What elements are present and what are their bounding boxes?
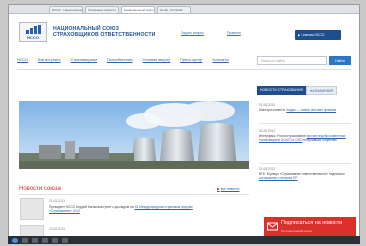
browser-tab[interactable]: НССО - Национальный <box>49 6 83 13</box>
search-button[interactable]: Найти <box>329 56 351 65</box>
nav-item-press[interactable]: Пресс-центр <box>180 58 202 66</box>
news-divider <box>19 194 249 195</box>
member-button-label: Членам НССО <box>301 33 325 37</box>
arrow-right-icon: ▶ <box>217 187 220 191</box>
site-logo[interactable]: НССО <box>19 22 47 42</box>
sidebar-news-text: Мастера клиента: Кадры — новые жёсткие п… <box>259 108 337 112</box>
app-icon[interactable] <box>62 237 68 243</box>
sidebar-news-link[interactable]: Кадры — новые жёсткие правила <box>286 108 336 112</box>
tab-appointments[interactable]: НАЗНАЧЕНИЯ <box>305 86 337 95</box>
app-icon[interactable] <box>22 237 28 243</box>
start-icon[interactable] <box>12 237 18 243</box>
logo-bars-icon <box>25 24 41 34</box>
sidebar-news-text: ВТБ: Юрлицо «Страхование ответственности… <box>259 172 351 180</box>
sidebar-news-extra: получивших лицензию <box>303 138 337 143</box>
sidebar-divider <box>259 163 351 164</box>
member-button[interactable]: ▶ Членам НССО <box>295 30 341 40</box>
nav-item-consumers[interactable]: Потребителям <box>107 58 133 66</box>
play-icon: ▶ <box>298 33 301 37</box>
sidebar-news-date: 21.08.2013 <box>259 103 275 107</box>
nav-item-insurers[interactable]: Страховщикам <box>71 58 97 66</box>
news-thumbnail[interactable] <box>20 198 44 220</box>
org-name-line2: СТРАХОВЩИКОВ ОТВЕТСТВЕННОСТИ <box>53 32 156 38</box>
news-date: 20.08.2013 <box>49 227 65 231</box>
news-section-title: Новости союза <box>19 186 61 192</box>
main-nav: НССО Как вступить Страховщикам Потребите… <box>17 58 247 66</box>
sidebar-news-body: Мастера клиента <box>259 108 285 112</box>
browser-tab[interactable]: Gmail - ProStrah... <box>157 6 191 13</box>
subscribe-subtitle: По электронной почте <box>281 229 312 233</box>
app-icon[interactable] <box>42 237 48 243</box>
browser-tab-active[interactable]: Национальный союз стр... <box>121 6 155 13</box>
browser-tab-strip: НССО - Национальный Страховые Новости На… <box>9 5 359 14</box>
nav-item-nsso[interactable]: НССО <box>17 58 28 66</box>
sidebar-news-date: 21.08.2013 <box>259 167 275 171</box>
nav-item-join[interactable]: Как вступить <box>38 58 61 66</box>
news-date: 21.08.2013 <box>49 199 65 203</box>
news-text: Президент НССО Андрей Кигим выступит с д… <box>49 205 199 213</box>
nav-divider <box>17 69 351 70</box>
sidebar-tabs: НОВОСТИ СТРАХОВАНИЯ НАЗНАЧЕНИЯ <box>257 86 351 95</box>
search-input[interactable]: Поиск по сайту <box>257 56 327 65</box>
browser-tab[interactable]: Страховые Новости <box>85 6 119 13</box>
envelope-icon <box>267 222 278 231</box>
tab-insurance-news[interactable]: НОВОСТИ СТРАХОВАНИЯ <box>257 86 306 95</box>
os-taskbar <box>8 236 360 244</box>
sidebar-news-date: 21.08.2013 <box>259 129 275 133</box>
app-icon[interactable] <box>52 237 58 243</box>
sidebar-news-text: Интерфакс: Росгосстрахование против недо… <box>259 134 351 142</box>
subscribe-title: Подписаться на новости <box>281 220 343 226</box>
ask-question-link[interactable]: Задать вопрос <box>181 31 204 35</box>
subscribe-banner[interactable]: Подписаться на новости По электронной по… <box>264 217 356 237</box>
rules-link[interactable]: Правила <box>227 31 241 35</box>
app-icon[interactable] <box>32 237 38 243</box>
browser-window: НССО - Национальный Страховые Новости На… <box>8 4 360 240</box>
nav-item-contacts[interactable]: Контакты <box>212 58 228 66</box>
all-news-link[interactable]: ▶все новости <box>217 187 239 191</box>
all-news-label: все новости <box>220 187 240 191</box>
sidebar-divider <box>259 123 351 124</box>
hero-image <box>19 101 249 169</box>
org-name: НАЦИОНАЛЬНЫЙ СОЮЗ СТРАХОВЩИКОВ ОТВЕТСТВЕ… <box>53 26 165 38</box>
logo-text: НССО <box>27 34 39 40</box>
sidebar-news-link[interactable]: соглашение о пенсиях ЕР <box>259 176 297 180</box>
site-header: НССО НАЦИОНАЛЬНЫЙ СОЮЗ СТРАХОВЩИКОВ ОТВЕ… <box>9 14 359 48</box>
nav-item-conditions[interactable]: Условия вверху <box>143 58 171 66</box>
power-plant-illustration <box>19 101 249 169</box>
